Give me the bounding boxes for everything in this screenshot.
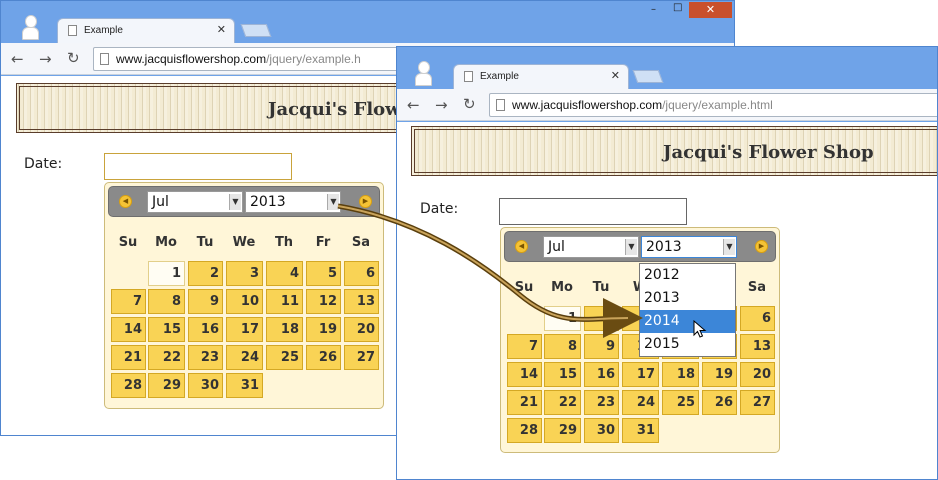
annotation-arrow bbox=[337, 203, 643, 339]
